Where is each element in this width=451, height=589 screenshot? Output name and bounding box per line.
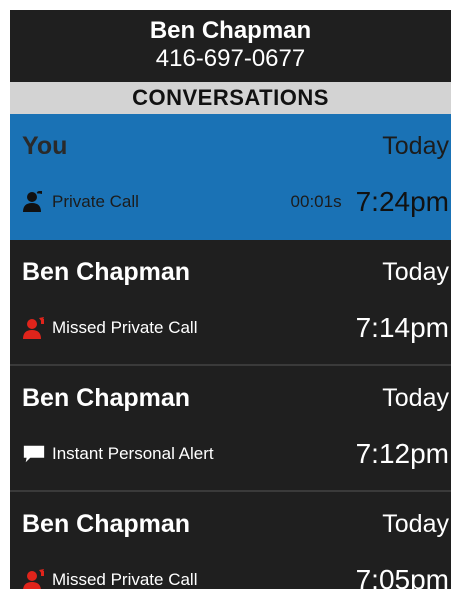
conversation-item[interactable]: Ben Chapman Today Instant Personal Alert… (10, 366, 451, 492)
missed-private-call-icon (22, 569, 46, 589)
conversation-list: You Today Private Call 00:01s 7:24pm Ben… (10, 114, 451, 589)
conversation-type-label: Missed Private Call (52, 318, 198, 337)
conversation-sender: Ben Chapman (22, 257, 191, 286)
conversation-day: Today (382, 257, 449, 286)
contact-phone-number: 416-697-0677 (155, 45, 306, 72)
conversation-type-label: Private Call (52, 192, 139, 211)
conversation-type-label: Instant Personal Alert (52, 444, 214, 463)
conversation-day: Today (382, 509, 449, 538)
conversation-time: 7:12pm (355, 438, 449, 469)
conversation-sender: Ben Chapman (22, 509, 191, 538)
conversations-title: CONVERSATIONS (10, 82, 451, 114)
conversation-time: 7:14pm (355, 312, 449, 343)
conversation-item[interactable]: Ben Chapman Today Missed Private Call 7:… (10, 240, 451, 366)
conversation-item[interactable]: You Today Private Call 00:01s 7:24pm (10, 114, 451, 240)
conversation-type-label: Missed Private Call (52, 570, 198, 589)
missed-private-call-icon (22, 317, 46, 339)
conversation-sender: You (22, 131, 68, 160)
conversation-time: 7:24pm (355, 186, 449, 217)
conversation-screen: Ben Chapman 416-697-0677 CONVERSATIONS Y… (10, 10, 451, 589)
contact-header: Ben Chapman 416-697-0677 (10, 10, 451, 82)
outgoing-private-call-icon (22, 191, 46, 213)
conversation-sender: Ben Chapman (22, 383, 191, 412)
conversation-time: 7:05pm (355, 564, 449, 589)
conversation-item[interactable]: Ben Chapman Today Missed Private Call 7:… (10, 492, 451, 589)
conversation-day: Today (382, 131, 449, 160)
contact-name: Ben Chapman (149, 17, 312, 44)
conversation-day: Today (382, 383, 449, 412)
call-duration: 00:01s (290, 192, 342, 211)
alert-message-icon (22, 443, 46, 465)
